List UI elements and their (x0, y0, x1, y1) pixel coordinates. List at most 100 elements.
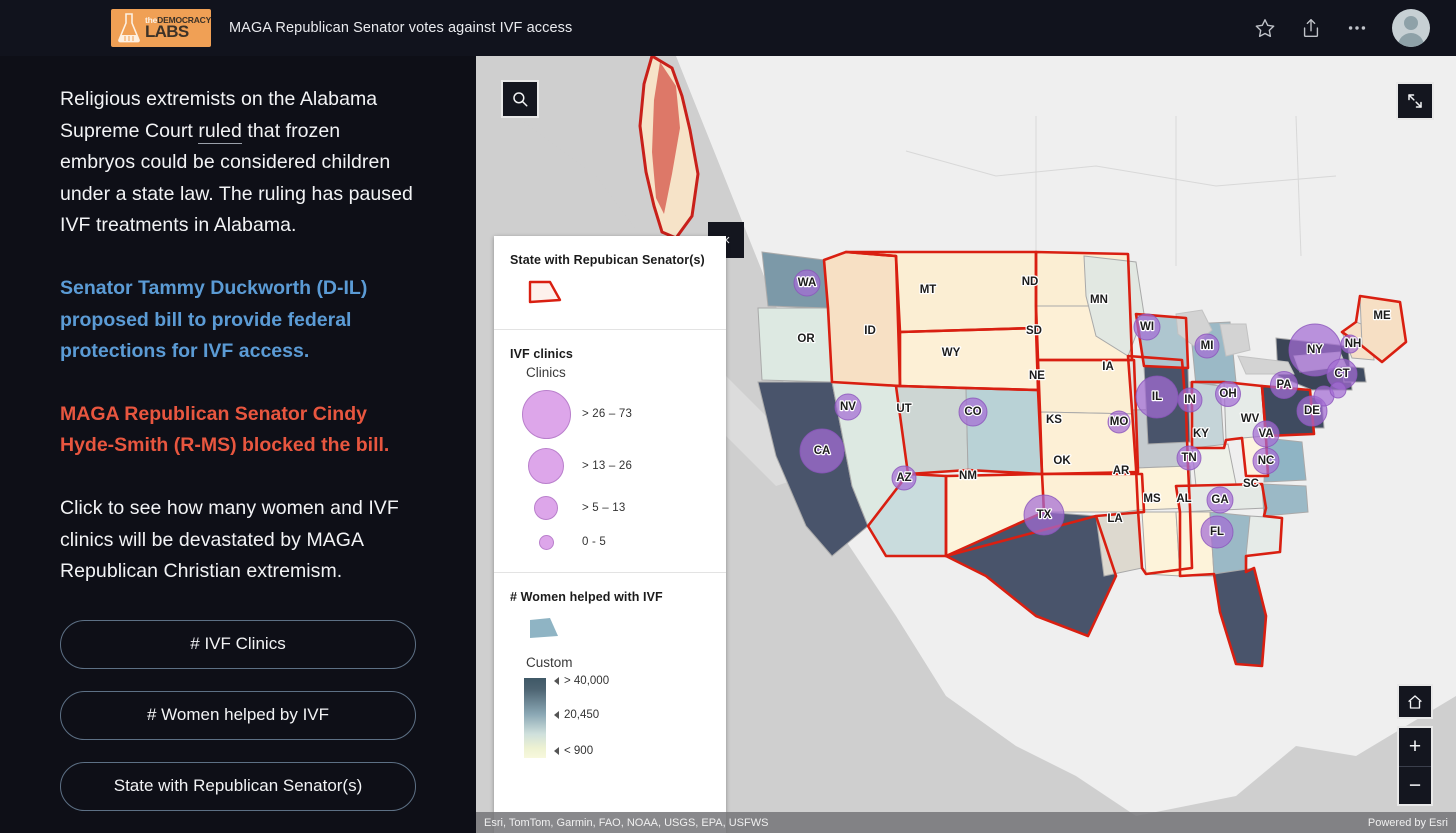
ramp-tick-icon (554, 677, 559, 685)
republican-senators-button[interactable]: State with Republican Senator(s) (60, 761, 416, 811)
ruled-link[interactable]: ruled (198, 119, 242, 144)
clinic-bubble-small (534, 496, 558, 520)
zoom-out-button[interactable]: − (1399, 767, 1431, 805)
legend-clinic-class-row: > 13 – 26 (510, 442, 710, 489)
women-helped-button[interactable]: # Women helped by IVF (60, 690, 416, 740)
svg-text:MT: MT (920, 284, 937, 296)
svg-text:NM: NM (959, 470, 977, 482)
ivf-clinics-button[interactable]: # IVF Clinics (60, 619, 416, 669)
svg-text:WY: WY (942, 347, 961, 359)
svg-text:MN: MN (1090, 294, 1108, 306)
favorite-star-icon[interactable] (1254, 17, 1276, 39)
svg-text:NE: NE (1029, 370, 1045, 382)
legend-clinic-label-3: > 5 – 13 (582, 502, 626, 514)
duckworth-paragraph: Senator Tammy Duckworth (D-IL) proposed … (60, 276, 368, 363)
svg-text:CA: CA (814, 445, 831, 457)
color-ramp-labels: > 40,000 20,450 < 900 (546, 675, 696, 758)
browser-top-bar: theDEMOCRACY LABS MAGA Republican Senato… (0, 0, 1456, 56)
svg-text:KS: KS (1046, 414, 1062, 426)
sidebar: Religious extremists on the Alabama Supr… (0, 56, 476, 833)
polygon-blue-fill-swatch (530, 618, 558, 638)
svg-text:ID: ID (864, 325, 876, 337)
zoom-in-button[interactable]: + (1399, 728, 1431, 767)
app-root: theDEMOCRACY LABS MAGA Republican Senato… (0, 0, 1456, 833)
svg-text:TN: TN (1181, 452, 1196, 464)
svg-text:MS: MS (1143, 493, 1161, 505)
zoom-control-group: + − (1397, 726, 1433, 806)
svg-text:NV: NV (840, 401, 856, 413)
svg-text:IL: IL (1152, 391, 1162, 403)
svg-text:WA: WA (798, 277, 817, 289)
page-title: MAGA Republican Senator votes against IV… (229, 20, 573, 36)
svg-text:ME: ME (1373, 310, 1391, 322)
clinic-bubble-tiny (538, 534, 554, 550)
legend-clinic-class-row: > 5 – 13 (510, 489, 710, 527)
legend-panel: State with Repubican Senator(s) IVF clin… (494, 236, 726, 833)
legend-subtitle-custom: Custom (526, 655, 573, 670)
avatar-body (1398, 33, 1424, 47)
clinic-bubble-medium (528, 447, 564, 484)
expand-icon (1408, 94, 1422, 108)
legend-color-ramp-group: > 40,000 20,450 < 900 (524, 675, 710, 758)
svg-text:PA: PA (1276, 379, 1291, 391)
legend-clinic-class-row: > 26 – 73 (510, 386, 710, 442)
zoom-out-label: − (1408, 773, 1422, 797)
legend-section-ivf-clinics: IVF clinics Clinics > 26 – 73 > 13 – 26 … (494, 330, 726, 573)
avatar[interactable] (1392, 9, 1430, 47)
legend-section-women-helped: # Women helped with IVF Custom > 40,000 … (494, 573, 726, 773)
svg-text:TX: TX (1037, 509, 1052, 521)
svg-text:NC: NC (1258, 455, 1275, 467)
svg-text:IA: IA (1102, 361, 1114, 373)
zoom-in-label: + (1408, 735, 1422, 759)
legend-title-republican-senators: State with Repubican Senator(s) (510, 253, 705, 267)
svg-text:ND: ND (1022, 276, 1039, 288)
legend-title-women-helped: # Women helped with IVF (510, 590, 663, 604)
map-viewport[interactable]: WA OR CA NV AZ UT ID MT WY CO NM ND SD N… (476, 56, 1456, 833)
attribution-esri[interactable]: Powered by Esri (1368, 817, 1448, 829)
layer-button-group: # IVF Clinics # Women helped by IVF Stat… (60, 619, 418, 811)
more-options-icon[interactable] (1346, 17, 1368, 39)
home-button[interactable] (1397, 684, 1433, 719)
svg-text:OR: OR (797, 333, 815, 345)
legend-clinic-label-4: 0 - 5 (582, 536, 607, 548)
ramp-label-mid: 20,450 (564, 709, 600, 721)
browser-actions (1254, 9, 1456, 47)
svg-text:SC: SC (1243, 478, 1259, 490)
flask-icon (118, 13, 140, 43)
svg-text:OK: OK (1053, 455, 1071, 467)
call-to-action-paragraph: Click to see how many women and IVF clin… (60, 496, 399, 583)
home-icon (1408, 694, 1422, 709)
svg-text:VA: VA (1258, 428, 1273, 440)
svg-text:FL: FL (1210, 526, 1224, 538)
polygon-red-outline-swatch (528, 280, 562, 304)
search-button[interactable] (501, 80, 539, 118)
svg-text:KY: KY (1193, 428, 1209, 440)
hyde-smith-paragraph: MAGA Republican Senator Cindy Hyde-Smith… (60, 402, 390, 457)
search-icon (513, 92, 528, 107)
svg-text:AZ: AZ (896, 472, 911, 484)
ramp-tick-icon (554, 747, 559, 755)
ramp-tick-icon (554, 711, 559, 719)
svg-text:AL: AL (1176, 493, 1191, 505)
democracy-labs-logo[interactable]: theDEMOCRACY LABS (111, 9, 211, 47)
share-icon[interactable] (1300, 17, 1322, 39)
legend-subtitle-clinics: Clinics (526, 365, 566, 380)
intro-paragraph: Religious extremists on the Alabama Supr… (60, 84, 418, 242)
legend-clinic-class-row: 0 - 5 (510, 527, 710, 557)
svg-text:OH: OH (1219, 388, 1236, 400)
ramp-label-low: < 900 (564, 745, 594, 757)
legend-title-ivf-clinics: IVF clinics (510, 347, 573, 361)
legend-section-republican-senators: State with Repubican Senator(s) (494, 236, 726, 330)
svg-text:WI: WI (1140, 321, 1154, 333)
svg-text:MI: MI (1201, 340, 1214, 352)
svg-text:SD: SD (1026, 325, 1042, 337)
svg-text:GA: GA (1211, 494, 1228, 506)
expand-button[interactable] (1396, 82, 1434, 120)
svg-text:NH: NH (1345, 338, 1362, 350)
svg-text:LA: LA (1107, 513, 1122, 525)
ramp-label-high: > 40,000 (564, 675, 610, 687)
clinic-bubble-large (521, 389, 571, 439)
map-attribution-bar: Esri, TomTom, Garmin, FAO, NOAA, USGS, E… (476, 812, 1456, 833)
svg-text:NY: NY (1307, 344, 1323, 356)
svg-text:DE: DE (1304, 405, 1320, 417)
